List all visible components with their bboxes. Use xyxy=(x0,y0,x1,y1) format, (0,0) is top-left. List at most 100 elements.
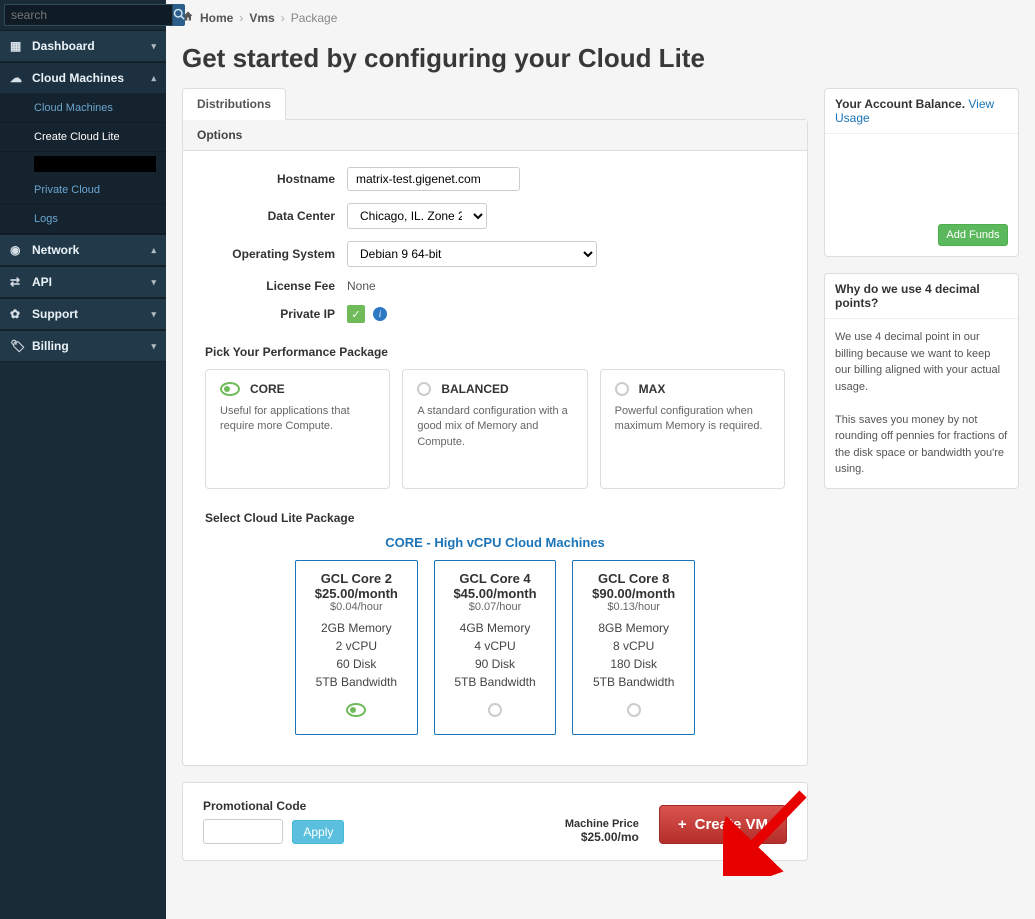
hostname-label: Hostname xyxy=(205,172,335,186)
radio-icon xyxy=(417,382,431,396)
pkg-core-8[interactable]: GCL Core 8 $90.00/month $0.13/hour 8GB M… xyxy=(572,560,695,735)
os-select[interactable]: Debian 9 64-bit xyxy=(347,241,597,267)
perf-balanced[interactable]: BALANCED A standard configuration with a… xyxy=(402,369,587,489)
main: Home › Vms › Package Get started by conf… xyxy=(166,0,1035,919)
private-ip-label: Private IP xyxy=(205,307,335,321)
pkg-mem: 8GB Memory xyxy=(581,621,686,635)
nav-cloud-machines[interactable]: ☁ Cloud Machines ▴ xyxy=(0,63,166,94)
footer-panel: Promotional Code Apply Machine Price $25… xyxy=(182,782,808,861)
search-input[interactable] xyxy=(4,4,173,26)
pkg-bw: 5TB Bandwidth xyxy=(581,675,686,689)
nav-dashboard-label: Dashboard xyxy=(32,39,95,53)
pkg-core-4[interactable]: GCL Core 4 $45.00/month $0.07/hour 4GB M… xyxy=(434,560,557,735)
perf-bal-name: BALANCED xyxy=(441,382,508,396)
decimal-title: Why do we use 4 decimal points? xyxy=(825,274,1018,319)
apply-button[interactable]: Apply xyxy=(292,820,344,844)
search-bar xyxy=(0,0,166,30)
balance-header: Your Account Balance. View Usage xyxy=(825,89,1018,134)
radio-icon xyxy=(346,703,366,717)
license-fee-value: None xyxy=(347,279,376,293)
home-icon xyxy=(182,10,194,25)
pkg-cpu: 8 vCPU xyxy=(581,639,686,653)
sub-create-cloud-lite[interactable]: Create Cloud Lite xyxy=(0,123,166,152)
sub-cloud-machines[interactable]: Cloud Machines xyxy=(0,94,166,123)
pkg-cpu: 2 vCPU xyxy=(304,639,409,653)
license-fee-label: License Fee xyxy=(205,279,335,293)
crumb-sep: › xyxy=(239,11,243,25)
balance-card: Your Account Balance. View Usage Add Fun… xyxy=(824,88,1019,257)
perf-max-desc: Powerful configuration when maximum Memo… xyxy=(615,404,770,435)
nav-network-label: Network xyxy=(32,243,79,257)
promo-input[interactable] xyxy=(203,819,283,844)
crumb-vms[interactable]: Vms xyxy=(249,11,274,25)
pkg-row: GCL Core 2 $25.00/month $0.04/hour 2GB M… xyxy=(205,560,785,749)
pkg-hour: $0.13/hour xyxy=(581,601,686,613)
code-icon: ⇄ xyxy=(10,275,24,289)
tab-distributions[interactable]: Distributions xyxy=(182,88,286,120)
pkg-disk: 90 Disk xyxy=(443,657,548,671)
sub-private-cloud[interactable]: Private Cloud xyxy=(0,176,166,205)
private-ip-checkbox[interactable]: ✓ xyxy=(347,305,365,323)
pkg-name: GCL Core 4 xyxy=(443,571,548,586)
nav-network[interactable]: ◉ Network ▴ xyxy=(0,235,166,266)
pkg-hour: $0.07/hour xyxy=(443,601,548,613)
add-funds-button[interactable]: Add Funds xyxy=(938,224,1008,246)
chevron-up-icon: ▴ xyxy=(151,245,156,256)
plus-icon: + xyxy=(678,816,687,833)
tag-icon: 🏷 xyxy=(10,339,24,353)
pkg-title: Select Cloud Lite Package xyxy=(205,511,785,525)
machine-price-label: Machine Price xyxy=(565,818,639,830)
pkg-price: $90.00/month xyxy=(581,586,686,601)
grid-icon: ▦ xyxy=(10,39,24,53)
nav-dashboard[interactable]: ▦ Dashboard ▾ xyxy=(0,31,166,62)
nav-support[interactable]: ✿ Support ▾ xyxy=(0,299,166,330)
machine-price-value: $25.00/mo xyxy=(565,830,639,844)
nav-cloud-machines-label: Cloud Machines xyxy=(32,71,124,85)
perf-core[interactable]: CORE Useful for applications that requir… xyxy=(205,369,390,489)
nav-billing[interactable]: 🏷 Billing ▾ xyxy=(0,331,166,362)
nav-api-label: API xyxy=(32,275,52,289)
chevron-down-icon: ▾ xyxy=(151,41,156,52)
balance-label: Your Account Balance. xyxy=(835,97,965,111)
perf-max[interactable]: MAX Powerful configuration when maximum … xyxy=(600,369,785,489)
sidebar: ▦ Dashboard ▾ ☁ Cloud Machines ▴ Cloud M… xyxy=(0,0,166,919)
datacenter-label: Data Center xyxy=(205,209,335,223)
nav-cloud-sub: Cloud Machines Create Cloud Lite Private… xyxy=(0,94,166,234)
datacenter-select[interactable]: Chicago, IL. Zone 2 xyxy=(347,203,487,229)
sub-logs[interactable]: Logs xyxy=(0,205,166,234)
create-vm-button[interactable]: + Create VM xyxy=(659,805,787,844)
cloud-icon: ☁ xyxy=(10,71,24,85)
perf-core-desc: Useful for applications that require mor… xyxy=(220,404,375,435)
pkg-cpu: 4 vCPU xyxy=(443,639,548,653)
perf-max-name: MAX xyxy=(639,382,666,396)
hostname-input[interactable] xyxy=(347,167,520,191)
pkg-hour: $0.04/hour xyxy=(304,601,409,613)
create-vm-label: Create VM xyxy=(695,816,768,833)
globe-icon: ◉ xyxy=(10,243,24,257)
page-title: Get started by configuring your Cloud Li… xyxy=(166,35,1035,88)
pkg-disk: 180 Disk xyxy=(581,657,686,671)
promo-block: Promotional Code Apply xyxy=(203,799,344,844)
decimal-p2: This saves you money by not rounding off… xyxy=(835,412,1008,478)
machine-price: Machine Price $25.00/mo xyxy=(565,818,639,844)
crumb-sep: › xyxy=(281,11,285,25)
pkg-bw: 5TB Bandwidth xyxy=(304,675,409,689)
pkg-core-2[interactable]: GCL Core 2 $25.00/month $0.04/hour 2GB M… xyxy=(295,560,418,735)
pkg-price: $25.00/month xyxy=(304,586,409,601)
pkg-mem: 2GB Memory xyxy=(304,621,409,635)
os-label: Operating System xyxy=(205,247,335,261)
nav-api[interactable]: ⇄ API ▾ xyxy=(0,267,166,298)
radio-icon xyxy=(627,703,641,717)
nav-support-label: Support xyxy=(32,307,78,321)
radio-icon xyxy=(488,703,502,717)
chevron-down-icon: ▾ xyxy=(151,277,156,288)
info-icon[interactable]: i xyxy=(373,307,387,321)
redacted-item xyxy=(34,156,156,172)
decimal-card: Why do we use 4 decimal points? We use 4… xyxy=(824,273,1019,489)
tabs: Distributions xyxy=(182,88,808,120)
pkg-mem: 4GB Memory xyxy=(443,621,548,635)
pkg-name: GCL Core 2 xyxy=(304,571,409,586)
breadcrumb: Home › Vms › Package xyxy=(166,0,1035,35)
promo-label: Promotional Code xyxy=(203,799,344,813)
crumb-home[interactable]: Home xyxy=(200,11,233,25)
